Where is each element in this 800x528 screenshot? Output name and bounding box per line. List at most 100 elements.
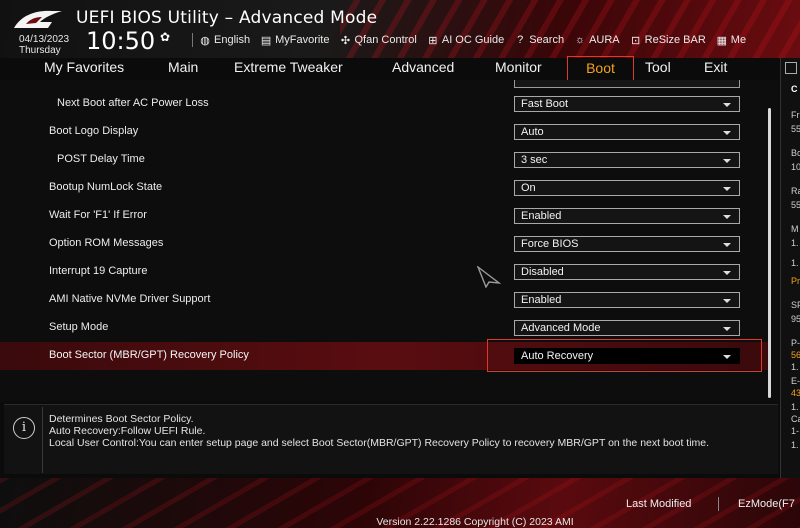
rp-text: E- <box>791 376 800 386</box>
ai-oc-label: AI OC Guide <box>441 34 505 46</box>
setting-dropdown[interactable]: Auto <box>514 124 740 140</box>
help-description-box: i Determines Boot Sector Policy. Auto Re… <box>4 404 778 474</box>
setting-dropdown[interactable]: 3 sec <box>514 152 740 168</box>
chevron-down-icon <box>723 271 731 275</box>
tab-extreme-tweaker[interactable]: Extreme Tweaker <box>234 58 343 80</box>
myfavorite-label: MyFavorite <box>275 34 330 46</box>
tab-my-favorites[interactable]: My Favorites <box>44 58 124 80</box>
globe-icon: ◍ <box>200 34 210 47</box>
rp-text: P- <box>791 338 800 348</box>
help-line: Auto Recovery:Follow UEFI Rule. <box>49 425 206 437</box>
help-divider <box>42 407 43 473</box>
tab-tool[interactable]: Tool <box>645 58 671 80</box>
setting-label: Setup Mode <box>49 321 109 333</box>
tab-boot[interactable]: Boot <box>567 56 634 82</box>
setting-dropdown[interactable]: Enabled <box>514 208 740 224</box>
setting-row[interactable]: Boot Logo Display Auto <box>0 118 770 146</box>
dropdown-value: 3 sec <box>521 154 548 166</box>
setting-row[interactable]: Bootup NumLock State On <box>0 174 770 202</box>
search-button[interactable]: ? Search <box>514 33 564 47</box>
tab-exit[interactable]: Exit <box>704 58 727 80</box>
setting-dropdown[interactable]: Fast Boot <box>514 96 740 112</box>
setting-label: Bootup NumLock State <box>49 181 163 193</box>
rp-text: Ra <box>791 186 800 196</box>
app-title: UEFI BIOS Utility – Advanced Mode <box>76 8 378 28</box>
setting-dropdown[interactable]: Advanced Mode <box>514 320 740 336</box>
memtest-button[interactable]: ▦ Me <box>716 33 746 47</box>
rp-text: 95 <box>791 314 800 324</box>
rp-text: 56 <box>791 350 800 360</box>
resize-bar-label: ReSize BAR <box>644 34 706 46</box>
help-line: Determines Boot Sector Policy. <box>49 413 194 425</box>
header-bar: UEFI BIOS Utility – Advanced Mode 04/13/… <box>0 0 800 58</box>
clock-settings-gear-icon[interactable]: ✿ <box>160 30 170 44</box>
aura-button[interactable]: ☼ AURA <box>574 33 620 47</box>
rog-logo <box>14 10 62 28</box>
rp-text: SF <box>791 300 800 310</box>
chevron-down-icon <box>723 327 731 331</box>
setting-dropdown[interactable]: Disabled <box>514 264 740 280</box>
rp-text: Pr <box>791 276 800 286</box>
dropdown-value: On <box>521 182 536 194</box>
aura-label: AURA <box>589 34 620 46</box>
setting-label: AMI Native NVMe Driver Support <box>49 293 211 305</box>
top-toolbar: ◍ English ▤ MyFavorite ✣ Qfan Control ⊞ … <box>190 33 756 47</box>
rp-text: 55 <box>791 200 800 210</box>
search-label: Search <box>529 34 565 46</box>
settings-scrollbar[interactable] <box>768 108 771 398</box>
ai-oc-guide-button[interactable]: ⊞ AI OC Guide <box>427 33 504 47</box>
setting-dropdown[interactable]: Force BIOS <box>514 236 740 252</box>
dropdown-value: Enabled <box>521 210 562 222</box>
ezmode-button[interactable]: EzMode(F7 <box>738 498 795 510</box>
dropdown-value: Fast Boot <box>521 98 569 110</box>
rp-text: 1- <box>791 426 800 436</box>
qfan-control-button[interactable]: ✣ Qfan Control <box>339 33 417 47</box>
chevron-down-icon <box>723 131 731 135</box>
setting-row[interactable]: AMI Native NVMe Driver Support Enabled <box>0 286 770 314</box>
myfavorite-button[interactable]: ▤ MyFavorite <box>260 33 330 47</box>
dropdown-value: Enabled <box>521 294 562 306</box>
previous-option-dropdown[interactable] <box>514 80 740 88</box>
dropdown-value: Advanced Mode <box>521 322 601 334</box>
rp-text: Bc <box>791 148 800 158</box>
setting-label: Boot Logo Display <box>49 125 139 137</box>
rp-text: 1. <box>791 238 799 248</box>
setting-row[interactable]: Next Boot after AC Power Loss Fast Boot <box>0 90 770 118</box>
setting-label: Interrupt 19 Capture <box>49 265 148 277</box>
resize-bar-button[interactable]: ⊡ ReSize BAR <box>630 33 706 47</box>
rp-text: C <box>791 84 798 94</box>
info-icon: i <box>13 417 35 439</box>
clock-time[interactable]: 10:50 <box>86 27 155 55</box>
tab-main[interactable]: Main <box>168 58 198 80</box>
tab-monitor[interactable]: Monitor <box>495 58 542 80</box>
language-button[interactable]: ◍ English <box>199 33 250 47</box>
setting-label: Boot Sector (MBR/GPT) Recovery Policy <box>49 349 249 361</box>
setting-dropdown[interactable]: On <box>514 180 740 196</box>
setting-row[interactable]: POST Delay Time 3 sec <box>0 146 770 174</box>
help-line: Local User Control:You can enter setup p… <box>49 437 710 449</box>
rp-text: 1. <box>791 362 799 372</box>
footer-bar: Last Modified EzMode(F7 Version 2.22.128… <box>0 478 800 528</box>
setting-row[interactable]: Wait For 'F1' If Error Enabled <box>0 202 770 230</box>
rp-text: 55 <box>791 124 800 134</box>
myfavorite-icon: ▤ <box>260 34 272 47</box>
last-modified-button[interactable]: Last Modified <box>626 498 691 510</box>
setting-dropdown[interactable]: Enabled <box>514 292 740 308</box>
setting-row[interactable]: Option ROM Messages Force BIOS <box>0 230 770 258</box>
rp-text: 1. <box>791 440 799 450</box>
main-menu-tabs: My Favorites Main Extreme Tweaker Advanc… <box>0 56 780 82</box>
mouse-cursor-icon <box>477 266 501 288</box>
rp-text: Fr <box>791 110 800 120</box>
fan-icon: ✣ <box>340 34 351 47</box>
setting-row[interactable]: Setup Mode Advanced Mode <box>0 314 770 342</box>
footer-divider <box>718 497 719 511</box>
boot-settings-list: Next Boot after AC Power Loss Fast Boot … <box>0 80 778 402</box>
setting-row[interactable]: Interrupt 19 Capture Disabled <box>0 258 770 286</box>
setting-label: Next Boot after AC Power Loss <box>57 97 209 109</box>
tab-advanced[interactable]: Advanced <box>392 58 454 80</box>
ai-oc-icon: ⊞ <box>428 34 438 47</box>
language-label: English <box>214 34 251 46</box>
chevron-down-icon <box>723 299 731 303</box>
rp-text: 1. <box>791 402 799 412</box>
date-text: 04/13/2023 <box>19 34 70 45</box>
